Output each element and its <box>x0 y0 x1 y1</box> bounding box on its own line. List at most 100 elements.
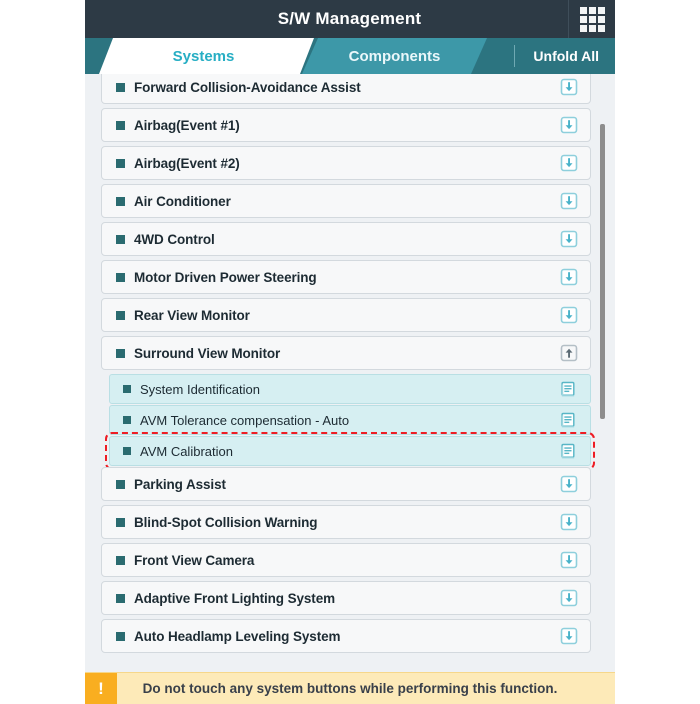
system-list: Forward Collision-Avoidance Assist Airbag… <box>85 74 615 657</box>
download-icon[interactable] <box>560 78 578 96</box>
bullet-icon <box>116 555 125 565</box>
title-bar: S/W Management <box>85 0 615 38</box>
download-icon <box>560 627 578 645</box>
system-list-item[interactable]: 4WD Control <box>101 222 591 256</box>
download-icon <box>560 154 578 172</box>
bullet-icon <box>116 196 125 206</box>
system-list-item-label: Auto Headlamp Leveling System <box>134 628 341 644</box>
system-list-item-label: Forward Collision-Avoidance Assist <box>134 79 361 95</box>
download-icon[interactable] <box>560 627 578 645</box>
upload-icon[interactable] <box>560 344 578 362</box>
sub-list-item-label: AVM Tolerance compensation - Auto <box>140 412 350 428</box>
grid-menu-button[interactable] <box>569 0 615 38</box>
system-list-item-label: Airbag(Event #1) <box>134 117 240 133</box>
download-icon <box>560 78 578 96</box>
download-icon[interactable] <box>560 306 578 324</box>
bullet-icon <box>116 517 125 527</box>
system-list-item[interactable]: Airbag(Event #2) <box>101 146 591 180</box>
download-icon <box>560 306 578 324</box>
system-list-item-label: Blind-Spot Collision Warning <box>134 514 318 530</box>
system-list-item[interactable]: Surround View Monitor <box>101 336 591 370</box>
bullet-icon <box>123 447 131 455</box>
system-list-item[interactable]: Auto Headlamp Leveling System <box>101 619 591 653</box>
system-list-item[interactable]: Front View Camera <box>101 543 591 577</box>
unfold-all-button[interactable]: Unfold All <box>533 48 599 64</box>
download-icon <box>560 268 578 286</box>
bullet-icon <box>116 234 125 244</box>
download-icon <box>560 230 578 248</box>
bullet-icon <box>116 631 125 641</box>
system-list-item-label: 4WD Control <box>134 231 215 247</box>
system-list-item[interactable]: Blind-Spot Collision Warning <box>101 505 591 539</box>
bullet-icon <box>116 120 125 130</box>
bullet-icon <box>116 348 125 358</box>
download-icon[interactable] <box>560 589 578 607</box>
system-list-item-label: Front View Camera <box>134 552 255 568</box>
sub-list-item[interactable]: AVM Tolerance compensation - Auto <box>109 405 591 435</box>
system-list-item-label: Airbag(Event #2) <box>134 155 240 171</box>
system-list-item[interactable]: Motor Driven Power Steering <box>101 260 591 294</box>
bullet-icon <box>116 158 125 168</box>
download-icon <box>560 551 578 569</box>
bullet-icon <box>116 272 125 282</box>
system-list-item-label: Parking Assist <box>134 476 226 492</box>
bullet-icon <box>116 593 125 603</box>
document-icon[interactable] <box>560 381 577 398</box>
document-icon <box>561 443 575 458</box>
sub-list-item[interactable]: AVM Calibration <box>105 432 595 470</box>
document-icon <box>561 381 575 396</box>
bullet-icon <box>116 479 125 489</box>
system-list-item[interactable]: Parking Assist <box>101 467 591 501</box>
page-title: S/W Management <box>277 9 422 28</box>
download-icon[interactable] <box>560 154 578 172</box>
system-list-item[interactable]: Adaptive Front Lighting System <box>101 581 591 615</box>
download-icon[interactable] <box>560 268 578 286</box>
system-list-item-label: Motor Driven Power Steering <box>134 269 317 285</box>
download-icon <box>560 475 578 493</box>
download-icon[interactable] <box>560 551 578 569</box>
download-icon[interactable] <box>560 192 578 210</box>
system-list-item-label: Adaptive Front Lighting System <box>134 590 336 606</box>
system-list-item[interactable]: Air Conditioner <box>101 184 591 218</box>
system-list-item-label: Air Conditioner <box>134 193 231 209</box>
system-list-item-label: Surround View Monitor <box>134 345 281 361</box>
system-list-item[interactable]: Airbag(Event #1) <box>101 108 591 142</box>
document-icon <box>561 412 575 427</box>
warning-message: Do not touch any system buttons while pe… <box>142 681 558 696</box>
exclamation-icon: ! <box>85 672 117 704</box>
download-icon[interactable] <box>560 475 578 493</box>
system-list-item[interactable]: Rear View Monitor <box>101 298 591 332</box>
bullet-icon <box>123 416 131 424</box>
sub-list-item[interactable]: System Identification <box>109 374 591 404</box>
unfold-divider <box>514 45 516 67</box>
document-icon[interactable] <box>560 412 577 429</box>
bullet-icon <box>123 385 131 393</box>
grid-menu-icon <box>579 6 605 32</box>
tab-components[interactable]: Components <box>302 38 487 74</box>
vertical-scrollbar-track[interactable] <box>599 76 606 662</box>
download-icon[interactable] <box>560 230 578 248</box>
warning-bar: ! Do not touch any system buttons while … <box>85 672 615 704</box>
vertical-scrollbar-thumb[interactable] <box>600 124 605 419</box>
system-list-item-label: Rear View Monitor <box>134 307 250 323</box>
bullet-icon <box>116 82 125 92</box>
download-icon <box>560 513 578 531</box>
download-icon[interactable] <box>560 513 578 531</box>
sw-management-app: S/W Management Systems Components Unfold… <box>85 0 615 704</box>
download-icon <box>560 589 578 607</box>
download-icon[interactable] <box>560 116 578 134</box>
system-list-area: Forward Collision-Avoidance Assist Airbag… <box>85 74 615 665</box>
document-icon[interactable] <box>560 443 577 460</box>
sub-list-item-label: AVM Calibration <box>140 443 233 459</box>
system-list-item[interactable]: Forward Collision-Avoidance Assist <box>101 74 591 104</box>
download-icon <box>560 192 578 210</box>
bullet-icon <box>116 310 125 320</box>
tab-spacer <box>487 38 514 74</box>
screen-root: S/W Management Systems Components Unfold… <box>0 0 700 704</box>
tab-systems[interactable]: Systems <box>99 38 314 74</box>
tab-bar: Systems Components Unfold All <box>85 38 615 74</box>
sub-list-item-label: System Identification <box>140 381 260 397</box>
download-icon <box>560 116 578 134</box>
upload-icon <box>560 344 578 362</box>
unfold-all-container: Unfold All <box>514 38 615 74</box>
